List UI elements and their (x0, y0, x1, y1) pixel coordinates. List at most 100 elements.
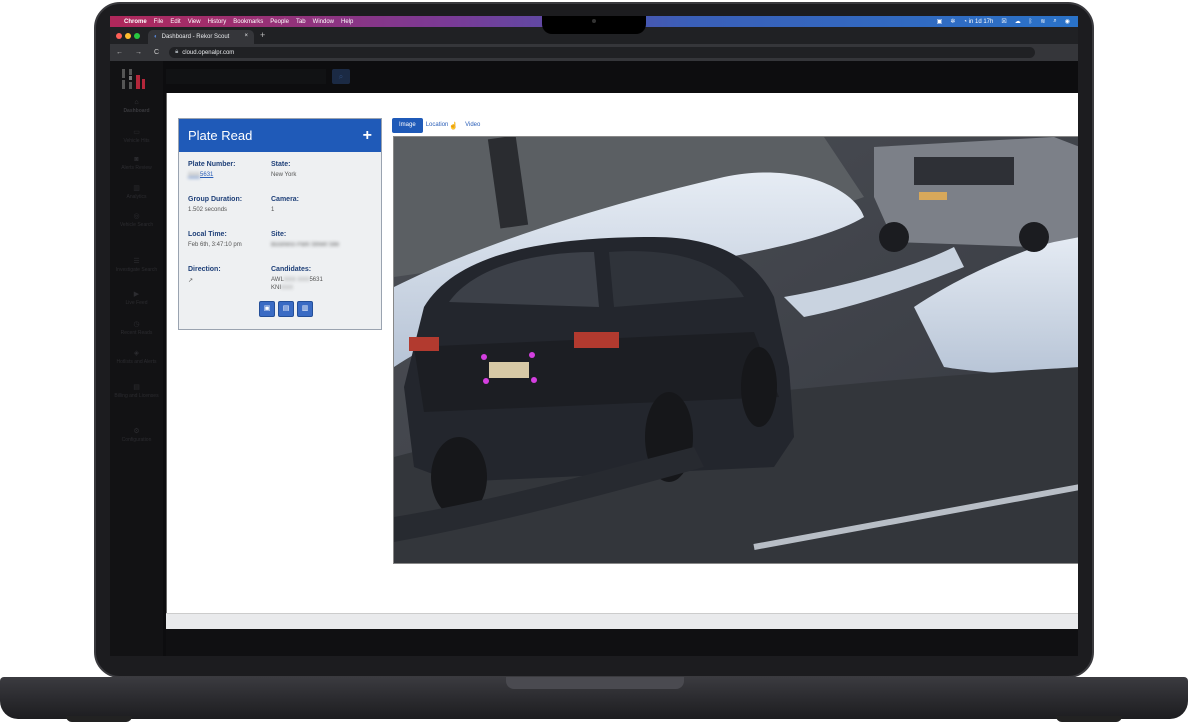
search-icon: ⌕ (338, 72, 344, 81)
video-icon: ▶ (133, 291, 140, 298)
zoom-window-button[interactable] (134, 33, 140, 39)
gear-icon[interactable]: ✲ (950, 18, 955, 25)
dark-footer (166, 629, 1078, 656)
sidebar-item-vehicle-search[interactable]: ◎ Vehicle Search (110, 212, 163, 228)
media-tabs: Image Location ☝ Video (392, 118, 483, 133)
plate-read-card: Plate Read + Plate Number: XXX5631 State… (178, 118, 382, 330)
address-bar[interactable]: 🔒︎ cloud.openalpr.com (169, 47, 1036, 58)
sidebar-item-hotlists[interactable]: ◈ Hotlists and Alerts (110, 349, 163, 365)
list-icon: ☰ (133, 258, 140, 265)
chart-icon: ▥ (133, 185, 140, 192)
sidebar-item-label: Billing and Licenses (114, 393, 159, 399)
search-icon[interactable]: ⌕ (1053, 18, 1056, 25)
sidebar-item-live-feed[interactable]: ▶ Live Feed (110, 290, 163, 306)
sidebar-item-label: Recent Reads (120, 330, 153, 336)
main-content: Plate Read + Plate Number: XXX5631 State… (166, 93, 1078, 613)
direction-arrow-icon: ↗ (188, 278, 194, 284)
rekor-logo (122, 69, 145, 89)
menu-view[interactable]: View (188, 19, 201, 25)
sidebar-item-alerts-review[interactable]: ◙ Alerts Review (110, 156, 163, 171)
sidebar-item-recent-reads[interactable]: ◷ Recent Reads (110, 320, 163, 336)
minimize-window-button[interactable] (125, 33, 131, 39)
pointer-cursor-icon: ☝ (449, 122, 459, 130)
wifi-icon[interactable]: ≋ (1040, 18, 1045, 25)
sidebar-item-billing[interactable]: ▤ Billing and Licenses (110, 383, 163, 399)
gear-icon: ⚙ (133, 428, 140, 435)
export-image-button[interactable]: ▣ (259, 301, 275, 317)
export-report-button[interactable]: ▥ (297, 301, 313, 317)
close-window-button[interactable] (116, 33, 122, 39)
search-button[interactable]: ⌕ (332, 69, 350, 84)
card-actions: ▣ ▤ ▥ (259, 301, 313, 317)
sidebar-item-dashboard[interactable]: ⌂ Dashboard (110, 99, 163, 114)
sidebar-item-analytics[interactable]: ▥ Analytics (110, 184, 163, 200)
control-center-icon[interactable]: ◉ (1065, 18, 1070, 25)
redacted-text: XXX (281, 285, 294, 291)
tab-close-icon[interactable]: × (244, 33, 248, 39)
sidebar-item-configuration[interactable]: ⚙ Configuration (110, 427, 163, 443)
menu-tab[interactable]: Tab (296, 19, 306, 25)
camera-field: Camera: 1 (271, 196, 299, 213)
sidebar-item-label: Dashboard (123, 108, 150, 114)
car-icon: ▭ (133, 129, 140, 136)
sidebar: ⌂ Dashboard ▭ Vehicle Hits ◙ Alerts Review … (110, 61, 163, 656)
cloud-icon[interactable]: ☁ (1015, 18, 1021, 25)
camera-label: Camera: (271, 196, 300, 203)
plus-icon[interactable]: + (363, 127, 372, 145)
export-pdf-button[interactable]: ▤ (278, 301, 294, 317)
state-field: State: New York (271, 161, 296, 178)
camera-icon: ◙ (134, 156, 139, 163)
vehicle-photo-graphic (394, 137, 1078, 563)
menu-bookmarks[interactable]: Bookmarks (233, 19, 263, 25)
reload-button[interactable]: C (154, 49, 159, 56)
redacted-text: XXX (188, 172, 201, 178)
sidebar-item-label: Hotlists and Alerts (116, 359, 157, 365)
card-title: Plate Read (188, 128, 253, 143)
menu-history[interactable]: History (208, 19, 227, 25)
sidebar-item-vehicle-hits[interactable]: ▭ Vehicle Hits (110, 128, 163, 144)
browser-tab[interactable]: ◐ Dashboard - Rekor Scout × (148, 30, 254, 44)
sidebar-item-investigate[interactable]: ☰ Investigate Search (110, 257, 163, 273)
image-file-icon: ▣ (263, 305, 271, 312)
candidates-field: Candidates: AWLXXX XXX5631 KNIXXX (271, 266, 323, 291)
site-value-redacted: Business Park Street Site (271, 242, 340, 248)
document-icon: ▥ (301, 305, 309, 312)
direction-field: Direction: ↗ (188, 266, 221, 284)
topbar-search-field[interactable] (166, 69, 326, 84)
favicon-icon: ◐ (154, 34, 158, 40)
status-icon[interactable]: ▣ (937, 18, 943, 25)
menu-file[interactable]: File (154, 19, 164, 25)
sidebar-item-label: Analytics (126, 194, 147, 200)
plate-number-label: Plate Number: (188, 161, 236, 168)
candidate-line: KNIXXX (271, 285, 294, 291)
chrome-toolbar: ← → C 🔒︎ cloud.openalpr.com (110, 44, 1078, 61)
plate-number-field: Plate Number: XXX5631 (188, 161, 235, 178)
menu-chrome[interactable]: Chrome (124, 19, 147, 25)
pdf-file-icon: ▤ (282, 305, 290, 312)
tab-video[interactable]: Video (462, 118, 483, 133)
lock-icon: 🔒︎ (175, 49, 179, 55)
sidebar-item-label: Alerts Review (121, 165, 152, 171)
screen: Chrome File Edit View History Bookmarks … (110, 16, 1078, 656)
tab-location[interactable]: Location (423, 118, 452, 133)
back-button[interactable]: ← (116, 49, 123, 56)
bluetooth-icon[interactable]: ᛒ (1029, 19, 1033, 25)
card-header: Plate Read + (179, 119, 381, 152)
forward-button[interactable]: → (135, 49, 142, 56)
tab-image[interactable]: Image (392, 118, 423, 133)
menu-edit[interactable]: Edit (170, 19, 180, 25)
checkbox-icon[interactable]: ☒ (1001, 18, 1006, 25)
camera-notch (542, 16, 646, 34)
plate-number-value[interactable]: XXX5631 (188, 172, 213, 178)
url-text: cloud.openalpr.com (182, 49, 235, 56)
sidebar-item-label: Investigate Search (115, 267, 158, 273)
menu-help[interactable]: Help (341, 19, 353, 25)
group-duration-value: 1.502 seconds (188, 207, 228, 213)
direction-label: Direction: (188, 266, 221, 273)
new-tab-button[interactable]: + (260, 30, 265, 40)
menu-window[interactable]: Window (313, 19, 334, 25)
group-duration-field: Group Duration: 1.502 seconds (188, 196, 242, 213)
clock-status[interactable]: ◔ in 1d 17h (963, 19, 993, 25)
menu-people[interactable]: People (270, 19, 289, 25)
site-label: Site: (271, 231, 287, 238)
